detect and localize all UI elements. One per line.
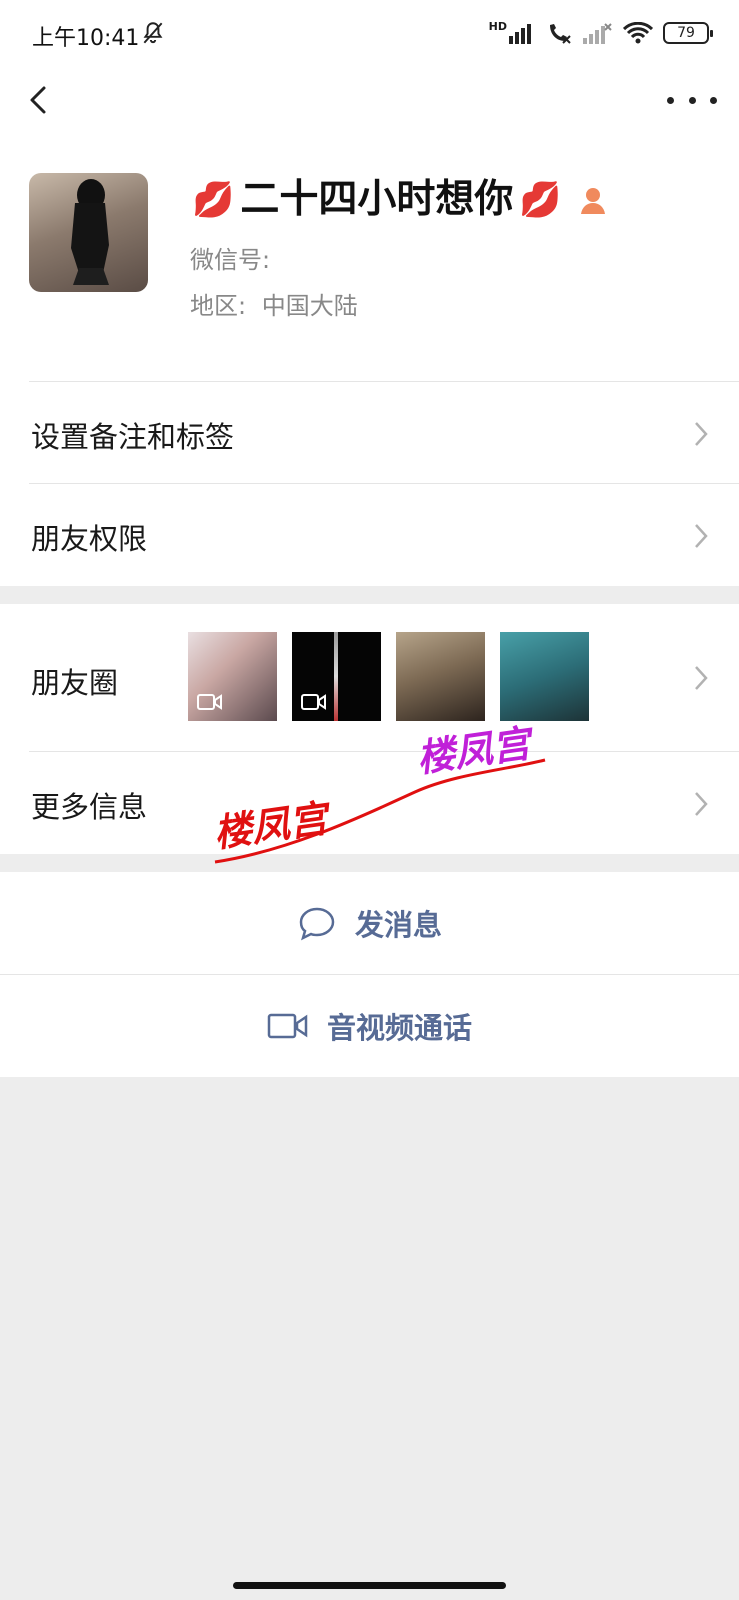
send-message-button[interactable]: 发消息	[0, 872, 739, 974]
row-label: 设置备注和标签	[31, 420, 235, 454]
video-camera-icon	[267, 1013, 308, 1039]
battery-indicator: 79	[663, 22, 713, 44]
dot	[710, 96, 717, 104]
moment-thumbnail[interactable]	[292, 632, 381, 721]
nav-bar	[0, 70, 739, 130]
region-value: 中国大陆	[261, 292, 358, 320]
status-icons: HD 79	[488, 18, 713, 48]
signal-icon	[509, 24, 531, 44]
network-type-label: HD	[488, 19, 507, 33]
signal-weak-icon	[583, 23, 612, 44]
wechat-id: 微信号:	[190, 240, 270, 275]
status-bar: 上午10:41 HD 79	[0, 0, 739, 70]
row-remark-tags[interactable]: 设置备注和标签	[0, 382, 739, 484]
row-label: 更多信息	[31, 790, 148, 824]
nickname-row: 💋 二十四小时想你 💋	[192, 178, 610, 222]
chevron-right-icon	[695, 792, 708, 816]
moment-thumbnail[interactable]	[188, 632, 277, 721]
status-time: 上午10:41	[32, 26, 140, 51]
bell-off-icon	[143, 22, 163, 44]
video-camera-icon	[301, 694, 326, 710]
send-message-label: 发消息	[354, 908, 442, 942]
region-label: 地区:	[190, 292, 247, 320]
video-call-label: 音视频通话	[326, 1011, 472, 1045]
avatar[interactable]	[29, 173, 148, 292]
moment-thumbnail[interactable]	[500, 632, 589, 721]
chat-bubble-icon	[299, 907, 335, 941]
chevron-right-icon	[695, 666, 708, 690]
profile-header: 💋 二十四小时想你 💋 微信号: 地区: 中国大陆	[0, 130, 739, 382]
thumbnail-stripe	[334, 632, 338, 721]
nickname: 二十四小时想你	[240, 177, 514, 222]
video-call-button[interactable]: 音视频通话	[0, 975, 739, 1077]
home-indicator[interactable]	[233, 1582, 506, 1589]
row-friend-permissions[interactable]: 朋友权限	[0, 484, 739, 586]
call-off-icon	[550, 24, 571, 44]
region: 地区: 中国大陆	[190, 286, 358, 321]
more-dots-icon[interactable]	[667, 84, 717, 116]
avatar-figure	[71, 179, 109, 285]
row-moments[interactable]: 朋友圈	[0, 604, 739, 752]
wechat-id-label: 微信号:	[190, 246, 271, 274]
moment-thumbnail[interactable]	[396, 632, 485, 721]
row-label: 朋友权限	[31, 522, 148, 556]
wifi-icon	[623, 22, 653, 44]
chevron-right-icon	[695, 422, 708, 446]
kiss-emoji-right: 💋	[519, 180, 562, 220]
dot	[688, 96, 696, 104]
kiss-emoji-left: 💋	[192, 180, 235, 220]
dot	[667, 96, 674, 104]
person-icon	[580, 188, 605, 214]
back-arrow-icon[interactable]	[20, 78, 60, 122]
row-label: 朋友圈	[31, 666, 119, 700]
moments-thumbnails	[188, 632, 589, 721]
chevron-right-icon	[695, 524, 708, 548]
video-camera-icon	[197, 694, 222, 710]
